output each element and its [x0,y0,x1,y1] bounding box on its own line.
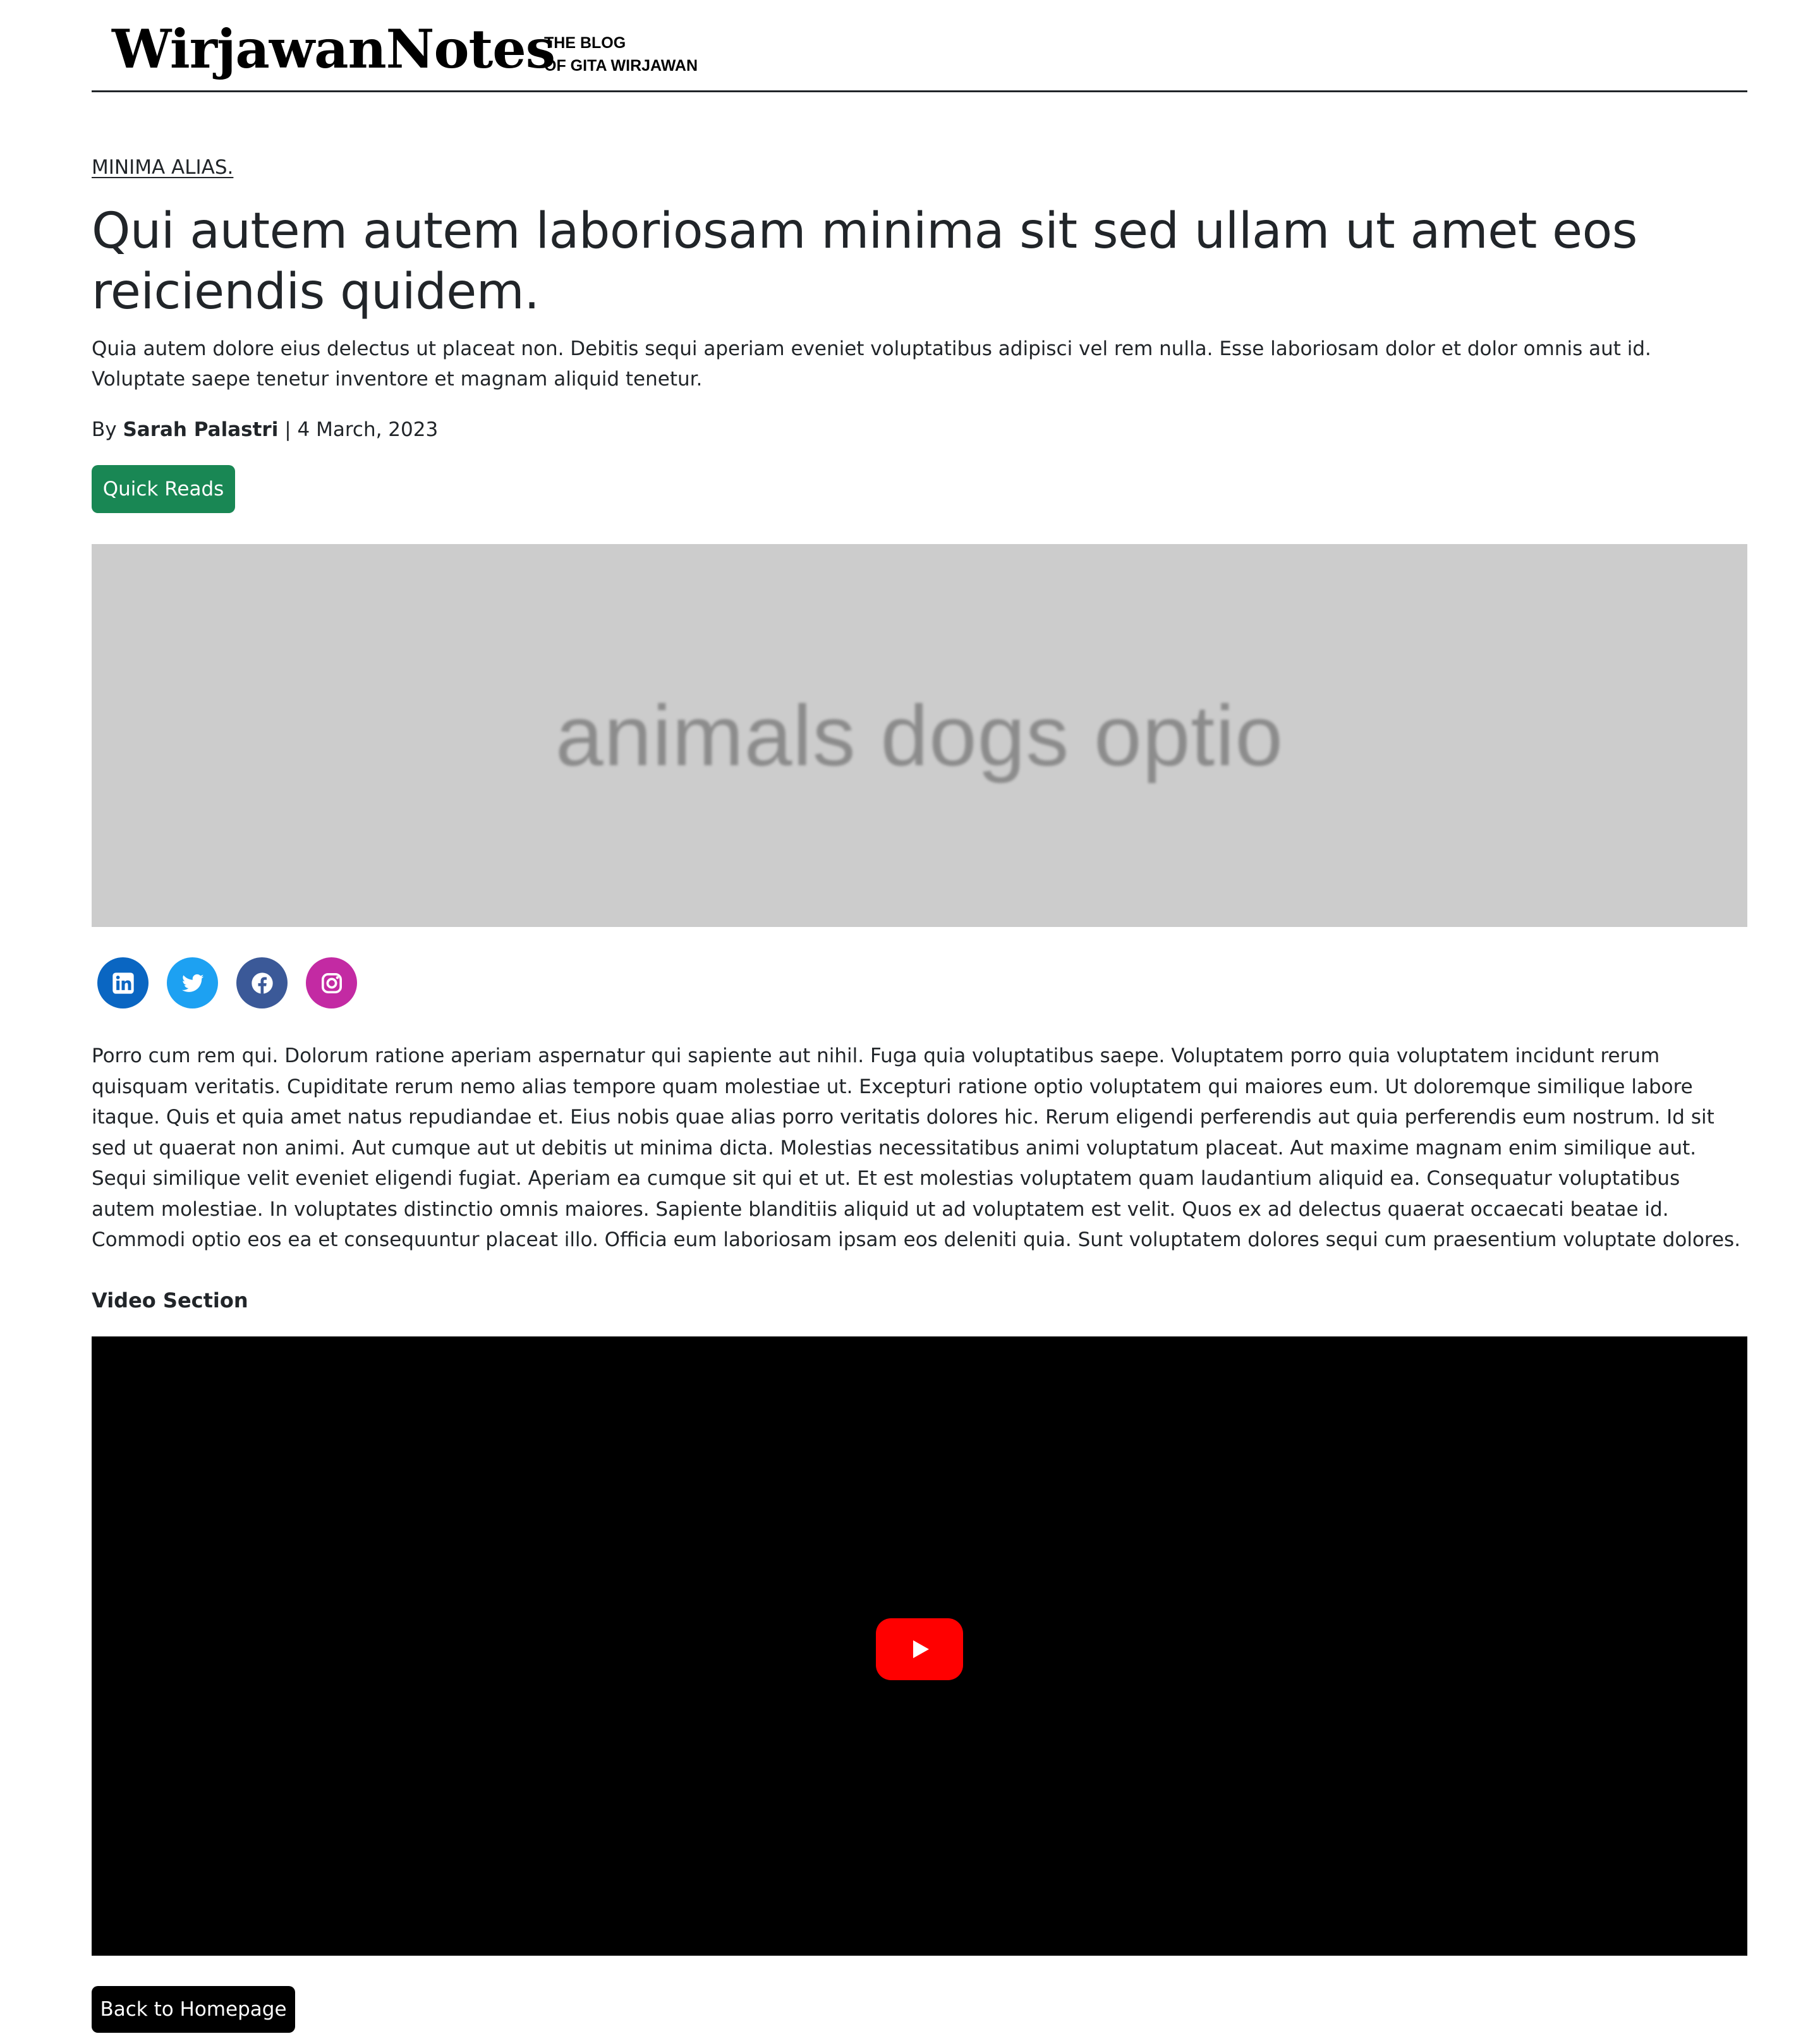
byline-prefix: By [92,418,117,441]
site-header: WirjawanNotes THE BLOG OF GITA WIRJAWAN [92,0,1747,92]
twitter-icon [181,974,203,992]
tagline-line-1: THE BLOG [544,34,626,52]
quick-reads-button[interactable]: Quick Reads [92,465,235,513]
page-container: WirjawanNotes THE BLOG OF GITA WIRJAWAN … [92,0,1747,2033]
site-logo[interactable]: WirjawanNotes [112,14,555,85]
article-category-link[interactable]: MINIMA ALIAS. [92,154,233,181]
hero-image: animals dogs optio [92,544,1747,927]
social-share-bar [97,957,357,1008]
linkedin-share-button[interactable] [97,957,149,1008]
instagram-icon [321,972,342,993]
video-section-heading: Video Section [92,1288,248,1312]
instagram-share-button[interactable] [306,957,357,1008]
byline-separator: | [284,418,291,441]
site-tagline: THE BLOG OF GITA WIRJAWAN [544,32,698,77]
publish-date: 4 March, 2023 [297,418,439,441]
youtube-video-embed[interactable] [92,1336,1747,1956]
article-byline: By Sarah Palastri | 4 March, 2023 [92,416,438,444]
author-name: Sarah Palastri [123,418,279,441]
play-icon [913,1640,929,1659]
hero-image-placeholder-text: animals dogs optio [555,687,1284,784]
youtube-play-button[interactable] [876,1618,963,1680]
facebook-icon [251,972,273,994]
back-to-homepage-button[interactable]: Back to Homepage [92,1986,295,2033]
twitter-share-button[interactable] [167,957,218,1008]
linkedin-icon [112,972,134,994]
tagline-line-2: OF GITA WIRJAWAN [544,57,698,75]
article-body: Porro cum rem qui. Dolorum ratione aperi… [92,1045,1741,1251]
facebook-share-button[interactable] [236,957,288,1008]
article-lead: Quia autem dolore eius delectus ut place… [92,337,1651,391]
article-title: Qui autem autem laboriosam minima sit se… [92,203,1637,320]
